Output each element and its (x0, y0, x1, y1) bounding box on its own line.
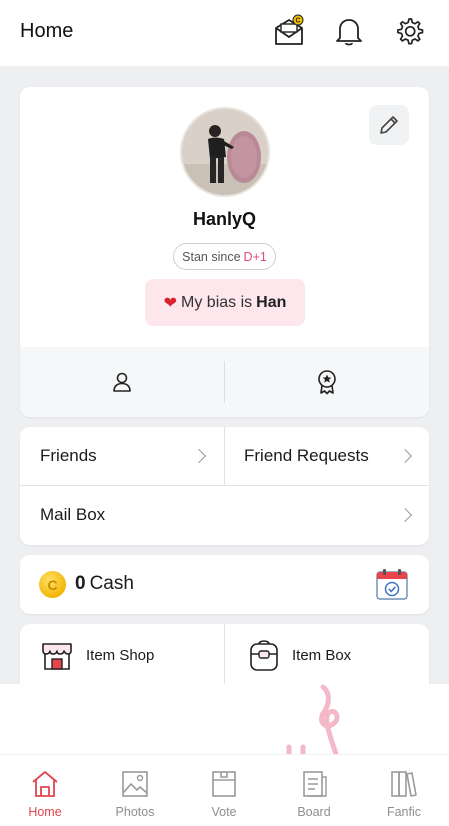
cash-amount: 0 (75, 573, 86, 594)
medal-icon (317, 370, 336, 395)
bell-icon (336, 19, 362, 46)
edit-profile-button[interactable] (369, 105, 409, 145)
avatar[interactable] (180, 107, 270, 197)
menu-divider (224, 427, 225, 485)
username: HanlyQ (192, 209, 257, 229)
bias-badge[interactable]: ❤ My bias is Han (145, 279, 305, 326)
mail-box-label: Mail Box (40, 505, 106, 524)
profile-card: HanlyQ Stan since D+1 ❤ My bias is Han (20, 87, 429, 417)
gesture-doodle (286, 684, 340, 760)
menu-row-mailbox[interactable]: Mail Box (20, 486, 429, 544)
item-box-link[interactable]: Item Box (248, 624, 424, 686)
image-icon (122, 771, 148, 797)
cash-label: Cash (89, 573, 134, 594)
shop-icon (42, 643, 72, 670)
gear-icon (397, 18, 424, 45)
bias-name: Han (256, 293, 287, 311)
profile-tab-badges[interactable] (225, 347, 430, 417)
app-header: Home C (0, 0, 449, 66)
page-title: Home (20, 20, 74, 42)
content-overlay (0, 684, 449, 764)
nav-home[interactable]: Home (0, 755, 90, 826)
cash-balance: 0 Cash (75, 573, 134, 595)
mail-coin-icon: C (275, 14, 304, 45)
stan-since-badge: Stan since D+1 (173, 243, 276, 270)
item-shop-label: Item Shop (86, 646, 155, 664)
nav-board-label: Board (297, 805, 331, 819)
nav-vote[interactable]: Vote (179, 755, 269, 826)
nav-home-label: Home (28, 805, 62, 819)
home-icon (32, 771, 58, 797)
bias-label: My bias is (181, 293, 253, 311)
shop-divider (224, 624, 225, 686)
profile-tab-user[interactable] (20, 347, 225, 417)
profile-tabs (20, 347, 429, 417)
item-shop-link[interactable]: Item Shop (40, 624, 220, 686)
settings-button[interactable] (392, 14, 426, 48)
nav-photos-label: Photos (115, 805, 155, 819)
notifications-button[interactable] (332, 14, 366, 48)
nav-vote-label: Vote (211, 805, 237, 819)
heart-icon: ❤ (163, 294, 178, 312)
item-box-label: Item Box (292, 646, 352, 664)
avatar-photo (182, 109, 268, 195)
cash-card[interactable]: C 0 Cash (20, 555, 429, 614)
bottom-navigation: Home Photos Vote Board Fanfic (0, 754, 449, 826)
nav-photos[interactable]: Photos (90, 755, 180, 826)
stan-since-label: Stan since (182, 249, 241, 264)
chevron-right-icon (397, 507, 413, 523)
mail-box-link[interactable]: Mail Box (40, 486, 400, 544)
backpack-icon (250, 640, 278, 671)
calendar-check-icon (376, 569, 408, 600)
friends-label: Friends (40, 446, 97, 465)
ballot-box-icon (212, 771, 236, 797)
stan-since-value: D+1 (243, 249, 267, 264)
nav-board[interactable]: Board (269, 755, 359, 826)
user-icon (113, 372, 132, 392)
menu-row-friends: Friends Friend Requests (20, 427, 429, 485)
friend-requests-label: Friend Requests (244, 446, 369, 465)
mail-coin-button[interactable]: C (272, 14, 306, 48)
nav-fanfic-label: Fanfic (386, 805, 422, 819)
svg-text:C: C (295, 18, 300, 25)
pencil-icon (380, 116, 398, 134)
attendance-calendar-button[interactable] (375, 567, 409, 606)
menu-card: Friends Friend Requests Mail Box (20, 427, 429, 545)
nav-fanfic[interactable]: Fanfic (359, 755, 449, 826)
coin-icon: C (39, 571, 66, 598)
books-icon (391, 771, 417, 797)
board-icon (303, 771, 327, 797)
